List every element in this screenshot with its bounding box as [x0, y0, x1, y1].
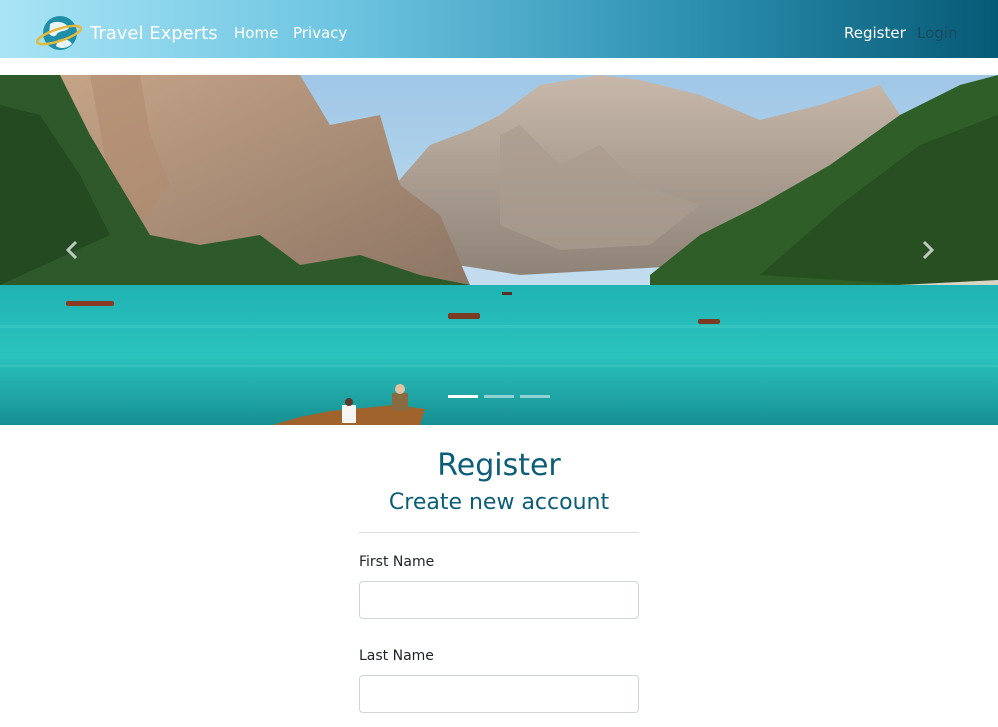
page-title: Register	[437, 448, 561, 483]
page-subtitle: Create new account	[388, 490, 610, 515]
carousel-indicator-1[interactable]	[448, 395, 478, 398]
first-name-input[interactable]	[359, 581, 639, 619]
hero-carousel	[0, 75, 998, 425]
navbar: Travel Experts Home Privacy Register Log…	[0, 0, 998, 58]
divider	[359, 532, 639, 533]
chevron-right-icon[interactable]	[912, 235, 942, 265]
nav-login-link[interactable]: Login	[917, 24, 957, 42]
carousel-slide-image	[0, 75, 998, 425]
brand-name: Travel Experts	[90, 22, 218, 44]
first-name-label: First Name	[359, 554, 435, 570]
brand-link[interactable]: Travel Experts	[35, 14, 218, 52]
last-name-input[interactable]	[359, 675, 639, 713]
carousel-indicator-3[interactable]	[520, 395, 550, 398]
nav-register-link[interactable]: Register	[844, 24, 906, 42]
last-name-label: Last Name	[359, 648, 434, 664]
carousel-indicators	[448, 395, 550, 398]
nav-home-link[interactable]: Home	[234, 24, 278, 42]
nav-privacy-link[interactable]: Privacy	[293, 24, 347, 42]
carousel-indicator-2[interactable]	[484, 395, 514, 398]
register-form: Register Create new account First Name L…	[359, 446, 639, 713]
globe-logo-icon	[35, 14, 83, 52]
chevron-left-icon[interactable]	[58, 235, 88, 265]
